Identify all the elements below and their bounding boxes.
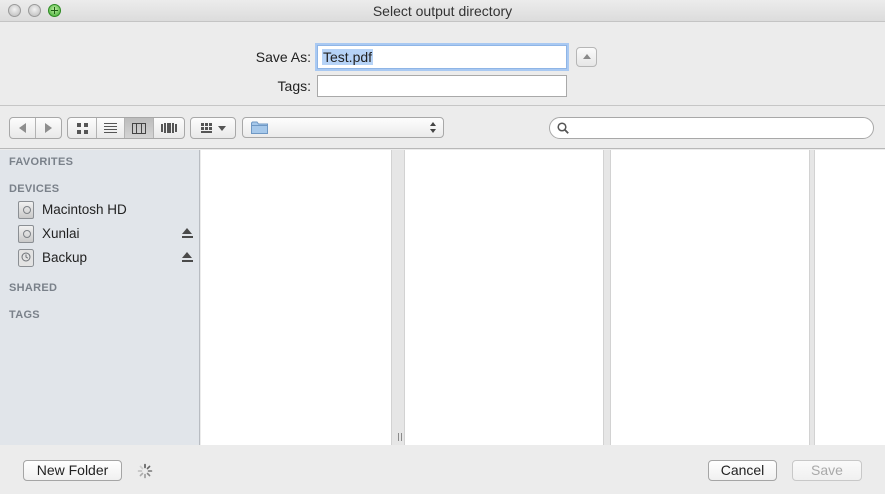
save-as-panel: Save As: Test.pdf Tags: xyxy=(0,22,885,106)
tags-label: Tags: xyxy=(277,78,311,94)
collapse-dialog-button[interactable] xyxy=(576,47,597,67)
view-mode-control xyxy=(67,117,185,139)
sidebar-item-label: Xunlai xyxy=(42,226,80,241)
location-popup[interactable] xyxy=(242,117,444,138)
save-as-field[interactable]: Test.pdf xyxy=(317,45,567,69)
search-input[interactable] xyxy=(572,120,868,136)
column-browser xyxy=(201,150,885,445)
save-as-value: Test.pdf xyxy=(322,49,374,65)
arrange-grid-icon xyxy=(200,123,213,133)
title-bar: Select output directory xyxy=(0,0,885,22)
save-as-label: Save As: xyxy=(255,49,311,65)
hard-disk-icon xyxy=(18,225,34,243)
arrange-menu-button[interactable] xyxy=(190,117,236,139)
new-folder-button[interactable]: New Folder xyxy=(23,460,122,481)
browser-column-1[interactable] xyxy=(201,150,391,445)
sidebar-heading-devices[interactable]: DEVICES xyxy=(9,183,59,195)
forward-button[interactable] xyxy=(36,118,61,138)
browser-column-3[interactable] xyxy=(611,150,809,445)
sidebar-item-label: Backup xyxy=(42,250,88,265)
save-button[interactable]: Save xyxy=(792,460,862,481)
search-icon xyxy=(557,122,569,134)
list-view-icon xyxy=(104,123,117,133)
folder-icon xyxy=(251,121,268,134)
back-forward-control xyxy=(9,117,62,139)
popup-stepper-icon xyxy=(430,121,437,134)
column-divider[interactable] xyxy=(603,150,611,445)
sidebar: FAVORITES DEVICES Macintosh HD Xunlai Ba… xyxy=(0,150,200,445)
sidebar-heading-shared[interactable]: SHARED xyxy=(9,282,57,294)
sidebar-item-backup[interactable]: Backup xyxy=(0,247,200,269)
progress-spinner-icon xyxy=(137,463,153,479)
dialog-footer: New Folder Cancel Save xyxy=(0,446,885,494)
arrange-button-cell xyxy=(191,118,235,138)
list-view-button[interactable] xyxy=(97,118,125,138)
sidebar-item-macintosh-hd[interactable]: Macintosh HD xyxy=(0,199,200,221)
chevron-right-icon xyxy=(45,123,52,133)
browser-column-4[interactable] xyxy=(815,150,885,445)
cover-flow-view-button[interactable] xyxy=(154,118,184,138)
icon-view-icon xyxy=(76,122,88,134)
column-view-button[interactable] xyxy=(125,118,154,138)
chevron-down-icon xyxy=(217,125,226,131)
sidebar-heading-tags[interactable]: TAGS xyxy=(9,309,40,321)
column-view-icon xyxy=(132,122,146,134)
column-resize-handle[interactable] xyxy=(397,433,403,441)
window-title: Select output directory xyxy=(372,3,513,19)
icon-view-button[interactable] xyxy=(68,118,97,138)
column-divider[interactable] xyxy=(391,150,405,445)
eject-icon[interactable] xyxy=(182,252,193,263)
tags-field[interactable] xyxy=(317,75,567,97)
browser-column-2[interactable] xyxy=(405,150,603,445)
chevron-left-icon xyxy=(19,123,26,133)
sidebar-item-label: Macintosh HD xyxy=(42,202,127,217)
hard-disk-icon xyxy=(18,201,34,219)
back-button[interactable] xyxy=(10,118,36,138)
cover-flow-icon xyxy=(161,123,177,133)
sidebar-item-xunlai[interactable]: Xunlai xyxy=(0,223,200,245)
cancel-button[interactable]: Cancel xyxy=(708,460,777,481)
eject-icon[interactable] xyxy=(182,228,193,239)
time-machine-disk-icon xyxy=(18,249,34,267)
search-field[interactable] xyxy=(549,117,874,139)
sidebar-heading-favorites[interactable]: FAVORITES xyxy=(9,156,73,168)
